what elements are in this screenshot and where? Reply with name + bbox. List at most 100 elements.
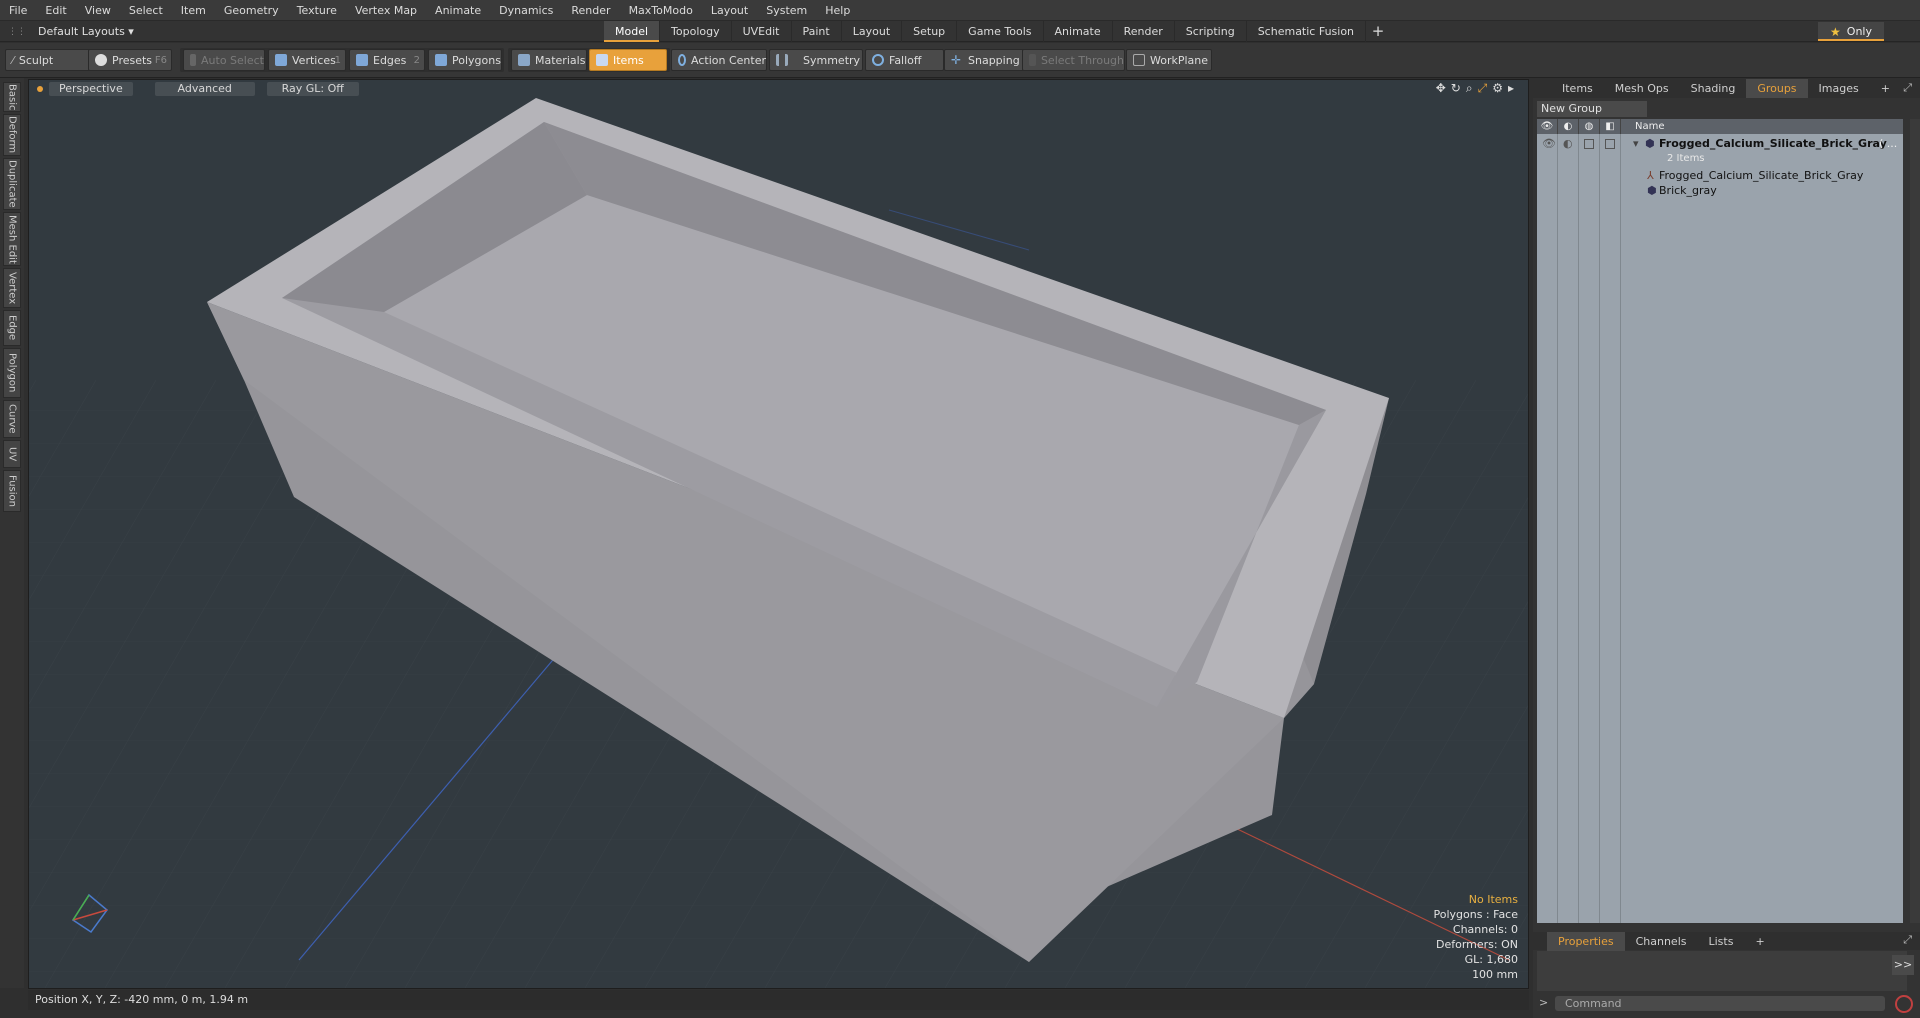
vtab-basic[interactable]: Basic — [3, 82, 21, 112]
auto-select-button[interactable]: Auto Select — [183, 49, 265, 71]
falloff-button[interactable]: Falloff — [865, 49, 944, 71]
menu-dynamics[interactable]: Dynamics — [490, 0, 562, 21]
action-center-button[interactable]: Action Center — [671, 49, 767, 71]
tab-channels[interactable]: Channels — [1625, 932, 1698, 951]
vtab-deform[interactable]: Deform — [3, 114, 21, 156]
vtab-edge[interactable]: Edge — [3, 310, 21, 346]
presets-button[interactable]: Presets F6 — [88, 49, 172, 71]
select-col-icon[interactable]: ◧ — [1600, 119, 1621, 134]
menu-animate[interactable]: Animate — [426, 0, 490, 21]
add-panel-tab-button[interactable]: + — [1870, 79, 1901, 98]
groups-list: 👁 ◐ ◍ ◧ Name 👁 ◐ ▾ ⬢ Frogged_Calcium_Sil… — [1537, 119, 1903, 923]
group-item-count: 2 Items — [1667, 153, 1705, 164]
items-button[interactable]: Items — [589, 49, 667, 71]
layout-dropdown[interactable]: ⋮⋮ Default Layouts ▾ — [8, 21, 134, 42]
viewport-expand-icon[interactable]: ▸ — [1508, 81, 1514, 96]
vtab-duplicate[interactable]: Duplicate — [3, 158, 21, 210]
bottom-panel-tabs: Properties Channels Lists + ⤢ — [1533, 931, 1920, 951]
brick-model[interactable] — [29, 80, 1529, 989]
lock-col-icon[interactable]: ◍ — [1579, 119, 1600, 134]
tab-scripting[interactable]: Scripting — [1175, 21, 1247, 42]
group-child-row[interactable]: ⅄ Frogged_Calcium_Silicate_Brick_Gray — [1537, 168, 1903, 183]
menu-file[interactable]: File — [0, 0, 36, 21]
add-bottom-tab-button[interactable]: + — [1744, 932, 1775, 951]
materials-button[interactable]: Materials — [511, 49, 587, 71]
menu-geometry[interactable]: Geometry — [215, 0, 288, 21]
viewport-settings-icon[interactable]: ⚙ — [1492, 81, 1503, 96]
collapse-arrow-icon[interactable]: ▾ — [1633, 137, 1639, 150]
tab-paint[interactable]: Paint — [792, 21, 842, 42]
perspective-button[interactable]: Perspective — [49, 82, 133, 96]
visibility-col-icon[interactable]: 👁 — [1537, 119, 1558, 134]
record-macro-icon[interactable] — [1895, 995, 1913, 1013]
raygl-button[interactable]: Ray GL: Off — [266, 82, 359, 96]
symmetry-button[interactable]: Symmetry — [769, 49, 863, 71]
expand-arrow-button[interactable]: >> — [1892, 955, 1914, 975]
fit-view-icon[interactable]: ⤢ — [1478, 81, 1488, 96]
move-view-icon[interactable]: ✥ — [1436, 81, 1446, 96]
tab-layout[interactable]: Layout — [842, 21, 903, 42]
add-tab-button[interactable]: + — [1366, 21, 1390, 42]
render-col-icon[interactable]: ◐ — [1558, 119, 1579, 134]
visibility-eye-icon[interactable]: 👁 — [1542, 137, 1556, 150]
tab-game-tools[interactable]: Game Tools — [957, 21, 1044, 42]
menu-maxtomodo[interactable]: MaxToModo — [620, 0, 702, 21]
select-toggle-icon[interactable] — [1605, 138, 1615, 149]
expand-bottom-panel-icon[interactable]: ⤢ — [1903, 933, 1912, 947]
workplane-button[interactable]: WorkPlane — [1126, 49, 1212, 71]
group-row[interactable]: 👁 ◐ ▾ ⬢ Frogged_Calcium_Silicate_Brick_G… — [1537, 136, 1903, 151]
menu-texture[interactable]: Texture — [288, 0, 346, 21]
menu-layout[interactable]: Layout — [702, 0, 757, 21]
tab-groups[interactable]: Groups — [1746, 79, 1808, 98]
tab-lists[interactable]: Lists — [1698, 932, 1745, 951]
vtab-fusion[interactable]: Fusion — [3, 470, 21, 512]
tab-shading[interactable]: Shading — [1680, 79, 1747, 98]
menu-edit[interactable]: Edit — [36, 0, 75, 21]
tab-animate[interactable]: Animate — [1044, 21, 1113, 42]
group-child-row[interactable]: ⬢ Brick_gray — [1537, 183, 1903, 198]
properties-area — [1537, 951, 1907, 991]
expand-panel-icon[interactable]: ⤢ — [1903, 81, 1912, 95]
menu-render[interactable]: Render — [562, 0, 619, 21]
select-through-button[interactable]: Select Through — [1022, 49, 1125, 71]
tab-images[interactable]: Images — [1808, 79, 1870, 98]
rotate-view-icon[interactable]: ↻ — [1451, 81, 1461, 96]
snapping-label: Snapping — [968, 53, 1020, 67]
polygons-button[interactable]: Polygons — [428, 49, 502, 71]
tab-render[interactable]: Render — [1113, 21, 1175, 42]
menu-help[interactable]: Help — [816, 0, 859, 21]
menu-item[interactable]: Item — [172, 0, 215, 21]
vtab-vertex[interactable]: Vertex — [3, 268, 21, 308]
tab-mesh-ops[interactable]: Mesh Ops — [1604, 79, 1680, 98]
viewport-menu-dot-icon[interactable] — [37, 86, 43, 92]
only-button[interactable]: ★ Only — [1818, 22, 1884, 41]
lock-toggle-icon[interactable] — [1584, 138, 1594, 149]
name-column-header[interactable]: Name — [1621, 121, 1665, 132]
tab-model[interactable]: Model — [604, 21, 661, 42]
groups-scrollbar[interactable] — [1910, 119, 1920, 923]
new-group-button[interactable]: New Group — [1537, 101, 1647, 117]
3d-viewport[interactable]: Perspective Advanced Ray GL: Off ✥ ↻ ⌕ ⤢… — [28, 79, 1529, 989]
vtab-mesh-edit[interactable]: Mesh Edit — [3, 212, 21, 266]
menu-view[interactable]: View — [76, 0, 120, 21]
command-input[interactable]: Command — [1555, 996, 1885, 1011]
advanced-button[interactable]: Advanced — [154, 82, 255, 96]
tab-properties[interactable]: Properties — [1547, 931, 1625, 951]
vtab-curve[interactable]: Curve — [3, 400, 21, 438]
zoom-view-icon[interactable]: ⌕ — [1466, 81, 1473, 96]
sculpt-button[interactable]: ⁄ Sculpt — [5, 49, 90, 71]
vertices-button[interactable]: Vertices 1 — [268, 49, 346, 71]
tab-schematic-fusion[interactable]: Schematic Fusion — [1247, 21, 1367, 42]
tab-items[interactable]: Items — [1551, 79, 1604, 98]
vtab-uv[interactable]: UV — [3, 440, 21, 468]
tab-topology[interactable]: Topology — [660, 21, 732, 42]
snapping-button[interactable]: ✛ Snapping — [944, 49, 1024, 71]
tab-uvedit[interactable]: UVEdit — [732, 21, 792, 42]
menu-system[interactable]: System — [757, 0, 816, 21]
edges-button[interactable]: Edges 2 — [349, 49, 425, 71]
menu-vertex-map[interactable]: Vertex Map — [346, 0, 426, 21]
menu-select[interactable]: Select — [120, 0, 172, 21]
tab-setup[interactable]: Setup — [902, 21, 958, 42]
vtab-polygon[interactable]: Polygon — [3, 348, 21, 398]
render-toggle-icon[interactable]: ◐ — [1563, 137, 1573, 150]
